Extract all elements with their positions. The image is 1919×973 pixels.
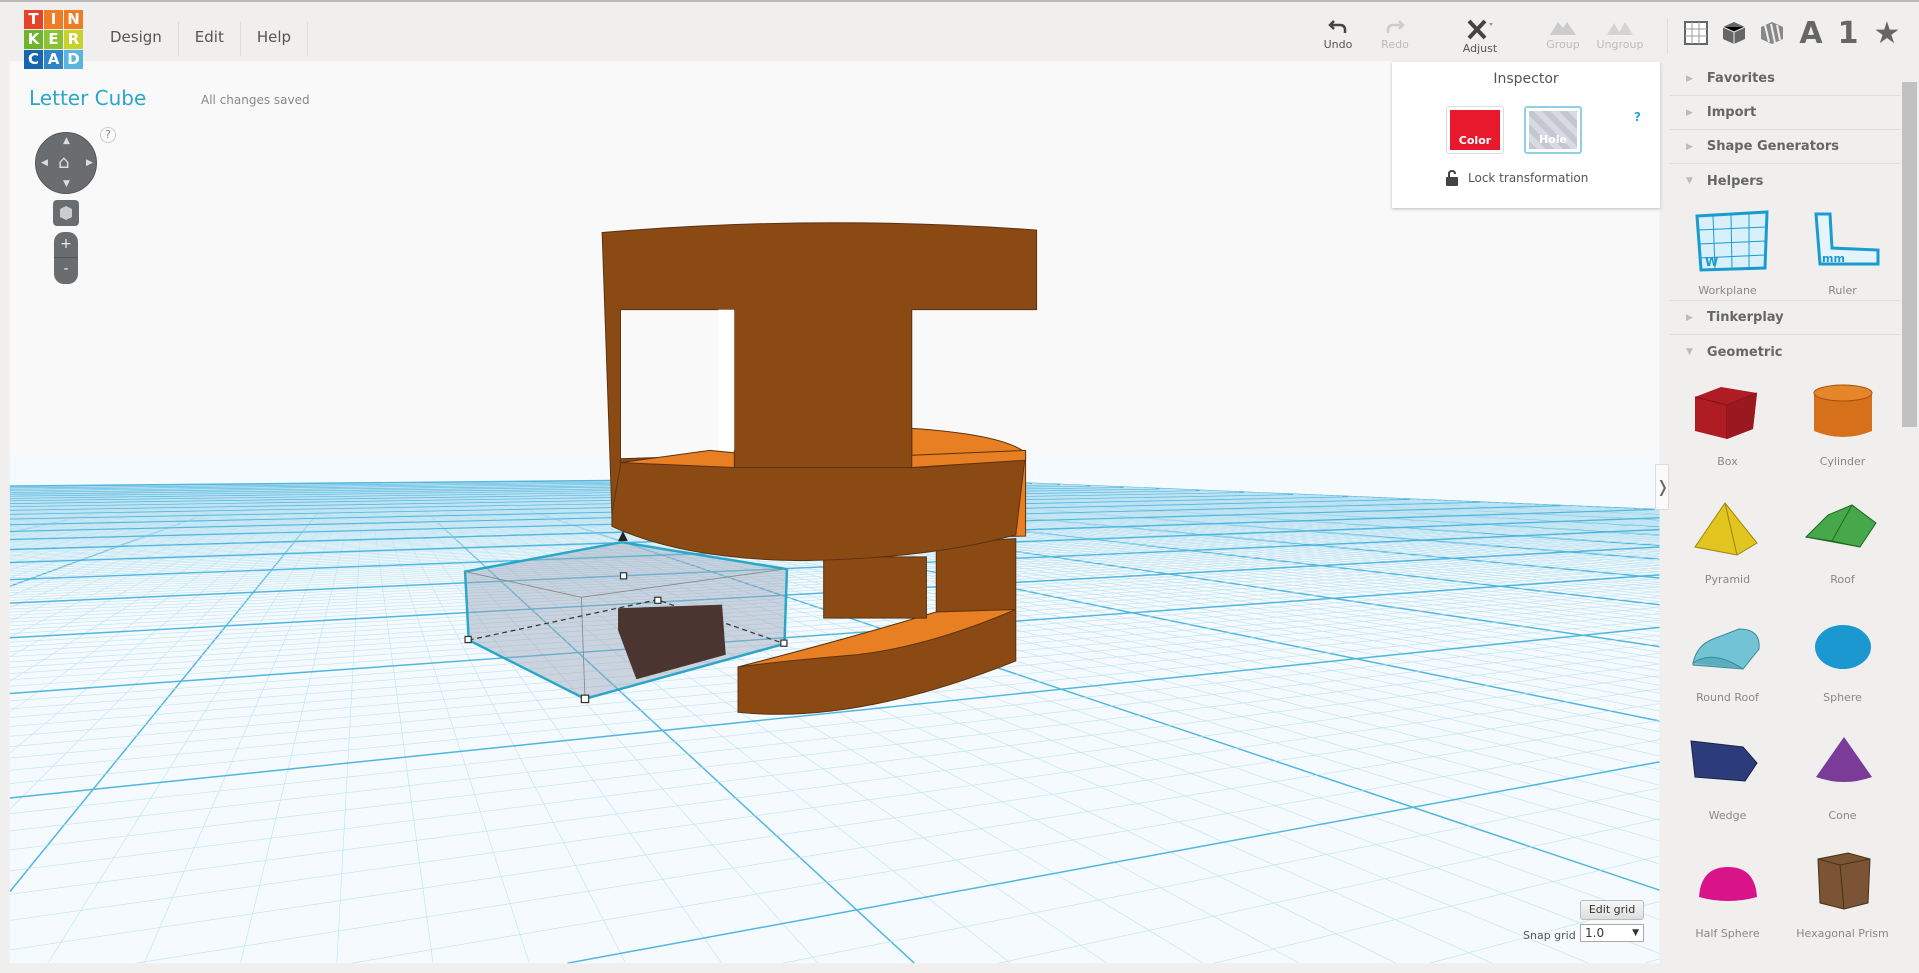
- section-tinkerplay[interactable]: ▶ Tinkerplay: [1670, 301, 1900, 335]
- collapse-sidebar-button[interactable]: ❭: [1655, 464, 1669, 510]
- hole-view-icon[interactable]: [1755, 16, 1789, 50]
- undo-icon: [1328, 20, 1347, 33]
- zoom-control: + -: [54, 232, 78, 284]
- shape-cylinder[interactable]: Cylinder: [1785, 369, 1900, 487]
- section-helpers[interactable]: ▼ Helpers: [1670, 164, 1900, 198]
- redo-icon: [1386, 20, 1405, 33]
- round-roof-shape-icon: [1692, 628, 1760, 670]
- half-sphere-shape-icon: [1698, 867, 1757, 901]
- helper-workplane[interactable]: W Workplane: [1670, 198, 1785, 300]
- cylinder-shape-icon: [1813, 384, 1872, 437]
- toolbar-divider: [1667, 18, 1668, 54]
- collapse-icon: ▼: [1686, 347, 1693, 357]
- section-import[interactable]: ▶ Import: [1670, 96, 1900, 130]
- pan-up-icon[interactable]: ▲: [63, 136, 70, 146]
- collapse-icon: ▼: [1686, 176, 1693, 186]
- svg-text:W: W: [1705, 255, 1718, 269]
- lock-open-icon: [1446, 170, 1458, 186]
- logo-letter: D: [64, 50, 83, 69]
- save-status: All changes saved: [201, 93, 310, 107]
- logo-letter: N: [64, 10, 83, 29]
- section-favorites[interactable]: ▶ Favorites: [1670, 62, 1900, 96]
- number-icon[interactable]: 1: [1831, 16, 1865, 51]
- home-icon[interactable]: ⌂: [58, 152, 69, 173]
- pan-right-icon[interactable]: ▶: [86, 158, 93, 168]
- box-view-icon[interactable]: [1717, 16, 1751, 50]
- pan-down-icon[interactable]: ▼: [63, 179, 70, 189]
- snap-grid-label: Snap grid: [1523, 929, 1576, 942]
- shape-cone[interactable]: Cone: [1785, 723, 1900, 841]
- box-shape-icon: [1694, 387, 1757, 439]
- project-title[interactable]: Letter Cube: [29, 86, 146, 110]
- view-help-button[interactable]: ?: [100, 127, 116, 143]
- expand-icon: ▶: [1686, 73, 1693, 84]
- shape-half-sphere[interactable]: Half Sphere: [1670, 841, 1785, 959]
- menu-help[interactable]: Help: [241, 22, 309, 56]
- zoom-out-button[interactable]: -: [54, 258, 78, 282]
- snap-grid-select[interactable]: 1.0 ▼: [1580, 924, 1644, 942]
- shape-roof[interactable]: Roof: [1785, 487, 1900, 605]
- dropdown-arrow-icon: ▼: [1632, 928, 1639, 938]
- helper-ruler[interactable]: mm Ruler: [1785, 198, 1900, 300]
- inspector-panel: Inspector Color Hole ? Lock transformati…: [1392, 62, 1660, 208]
- group-button[interactable]: Group: [1533, 18, 1593, 51]
- star-icon[interactable]: ★: [1870, 16, 1904, 51]
- logo-letter: R: [64, 30, 83, 49]
- logo-letter: I: [44, 10, 63, 29]
- menu-edit[interactable]: Edit: [179, 22, 241, 56]
- shapes-sidebar: ▶ Favorites ▶ Import ▶ Shape Generators ▼ He…: [1670, 62, 1900, 959]
- shape-hexagonal-prism[interactable]: Hexagonal Prism: [1785, 841, 1900, 959]
- adjust-button[interactable]: Adjust: [1450, 18, 1510, 55]
- fit-view-button[interactable]: [53, 200, 79, 226]
- section-shape-generators[interactable]: ▶ Shape Generators: [1670, 130, 1900, 164]
- logo-letter: A: [44, 50, 63, 69]
- shape-wedge[interactable]: Wedge: [1670, 723, 1785, 841]
- redo-button[interactable]: Redo: [1365, 18, 1425, 51]
- view-navigation-control[interactable]: ▲ ▼ ◀ ▶ ⌂: [35, 132, 97, 194]
- group-icon: [1550, 22, 1576, 35]
- color-button[interactable]: Color: [1446, 106, 1504, 154]
- inspector-title: Inspector: [1493, 71, 1559, 87]
- ruler-icon: mm: [1813, 212, 1879, 266]
- hole-button[interactable]: Hole: [1524, 106, 1582, 154]
- adjust-icon: [1467, 19, 1493, 40]
- pan-left-icon[interactable]: ◀: [41, 158, 48, 168]
- shape-box[interactable]: Box: [1670, 369, 1785, 487]
- cone-shape-icon: [1815, 737, 1872, 782]
- section-geometric[interactable]: ▼ Geometric: [1670, 335, 1900, 369]
- expand-icon: ▶: [1686, 107, 1693, 118]
- shape-sphere[interactable]: Sphere: [1785, 605, 1900, 723]
- shape-round-roof[interactable]: Round Roof: [1670, 605, 1785, 723]
- grid-view-icon[interactable]: [1679, 16, 1713, 50]
- sidebar-scrollbar[interactable]: [1900, 62, 1919, 973]
- inspector-help-button[interactable]: ?: [1634, 110, 1641, 124]
- expand-icon: ▶: [1686, 141, 1693, 152]
- ungroup-icon: [1607, 22, 1633, 35]
- undo-button[interactable]: Undo: [1308, 18, 1368, 51]
- workplane-icon: W: [1694, 210, 1769, 272]
- wedge-shape-icon: [1689, 740, 1758, 782]
- lock-transformation-toggle[interactable]: Lock transformation: [1446, 170, 1588, 186]
- pyramid-shape-icon: [1693, 502, 1758, 556]
- menu-design[interactable]: Design: [94, 22, 179, 56]
- svg-text:mm: mm: [1822, 252, 1845, 265]
- zoom-in-button[interactable]: +: [54, 232, 78, 258]
- scrollbar-thumb[interactable]: [1902, 82, 1917, 427]
- logo-letter: K: [24, 30, 43, 49]
- text-icon[interactable]: A: [1794, 16, 1828, 51]
- hexagonal-prism-shape-icon: [1816, 852, 1871, 910]
- tinkercad-logo[interactable]: TIN KER CAD: [24, 10, 83, 69]
- main-menu: Design Edit Help: [94, 22, 309, 56]
- ungroup-button[interactable]: Ungroup: [1590, 18, 1650, 51]
- logo-letter: C: [24, 50, 43, 69]
- logo-letter: E: [44, 30, 63, 49]
- shape-pyramid[interactable]: Pyramid: [1670, 487, 1785, 605]
- expand-icon: ▶: [1686, 312, 1693, 323]
- cube-icon: [60, 206, 72, 220]
- edit-grid-button[interactable]: Edit grid: [1580, 900, 1644, 920]
- roof-shape-icon: [1804, 504, 1877, 548]
- sphere-shape-icon: [1814, 625, 1871, 669]
- logo-letter: T: [24, 10, 43, 29]
